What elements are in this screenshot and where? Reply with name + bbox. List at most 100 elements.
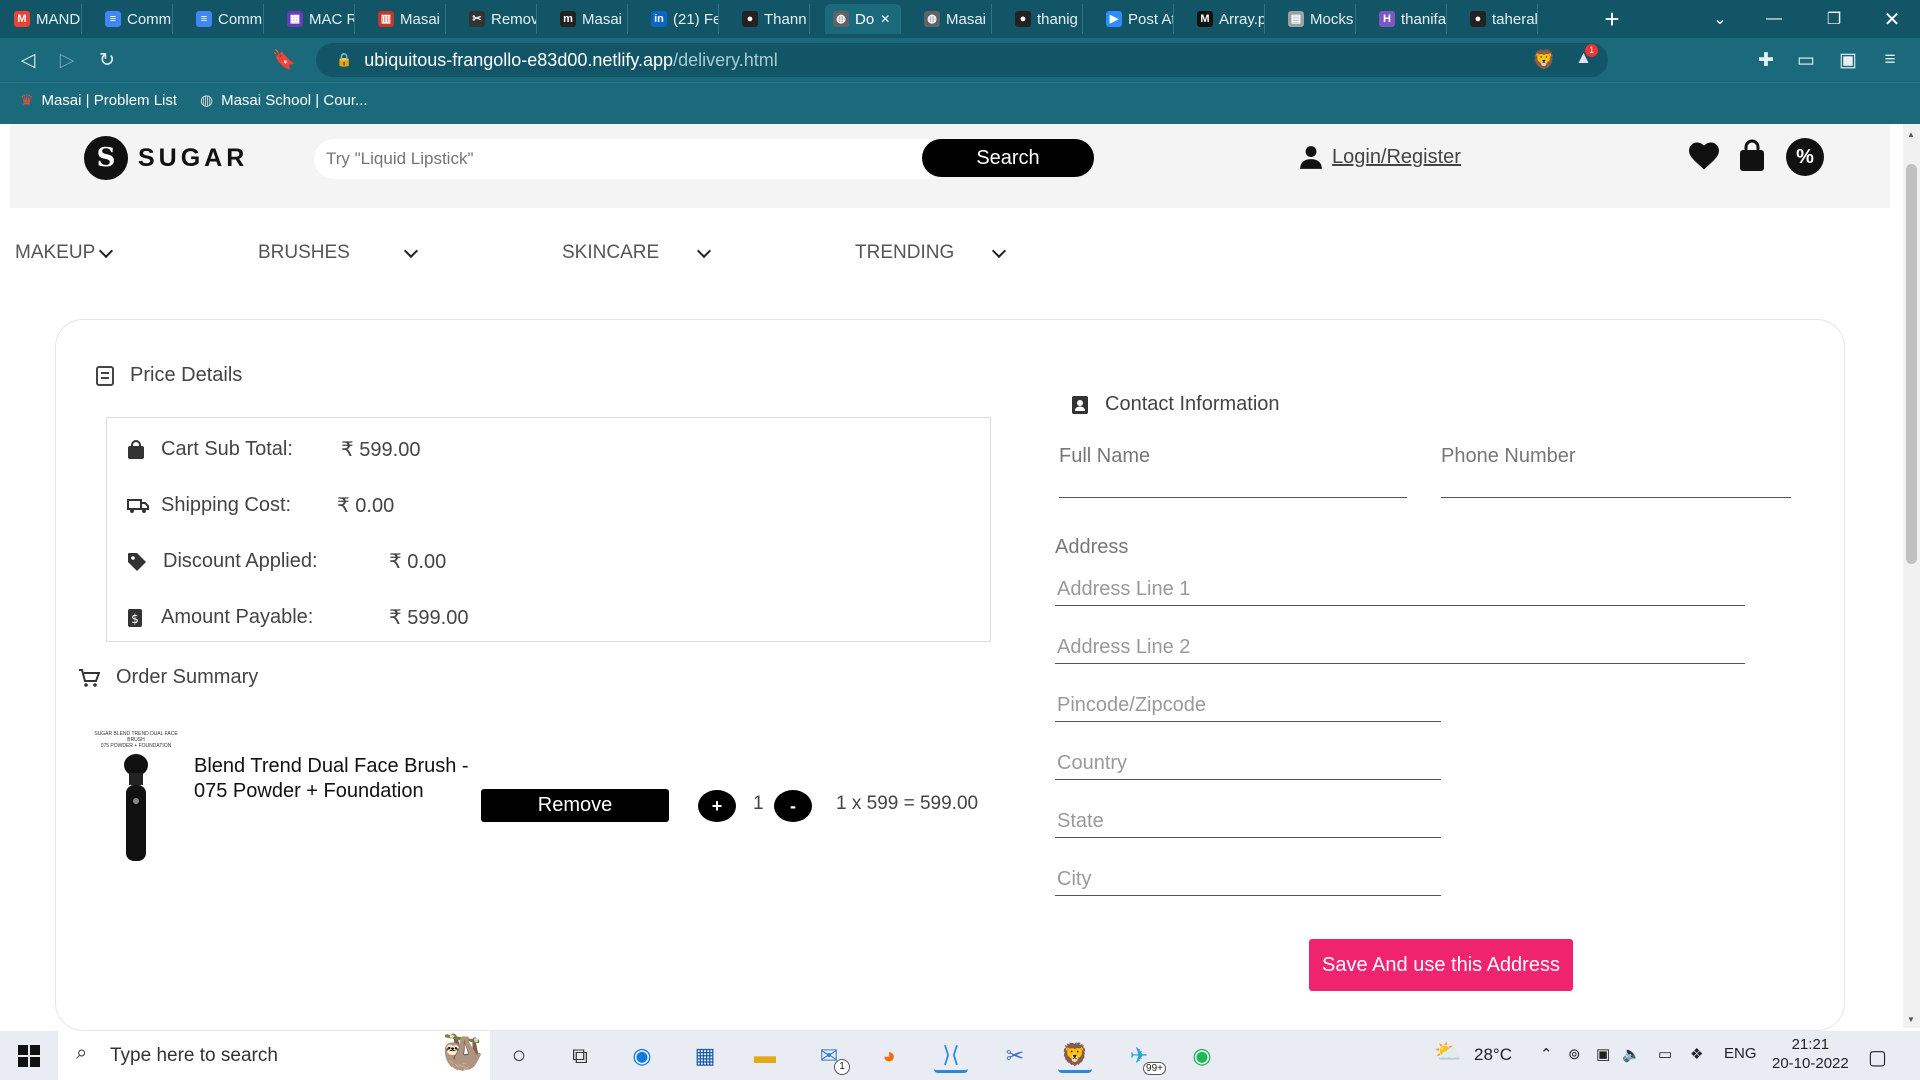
browser-toolbar: ◁ ▷ ↻ 🔖 🔒 ubiquitous-frangollo-e83d00.ne… <box>0 38 1920 82</box>
browser-tab[interactable]: M Array.p <box>1189 4 1265 34</box>
weather-temperature[interactable]: 28°C <box>1474 1045 1512 1065</box>
weather-icon[interactable]: ⛅ <box>1434 1039 1461 1065</box>
browser-tab[interactable]: ▤ Mocks <box>1280 4 1356 34</box>
meet-icon[interactable]: ▣ <box>1596 1045 1610 1063</box>
cortana-icon[interactable]: ○ <box>502 1039 536 1073</box>
order-summary-heading: Order Summary <box>78 666 258 689</box>
contact-book-icon <box>1072 395 1088 414</box>
snipping-tool-icon[interactable]: ✂ <box>998 1039 1032 1073</box>
browser-tab[interactable]: ▶ Post At <box>1098 4 1174 34</box>
tab-label: Post At <box>1128 10 1174 28</box>
firefox-icon[interactable]: ◕ <box>872 1039 906 1073</box>
price-label: Amount Payable: <box>161 606 314 628</box>
forward-icon[interactable]: ▷ <box>55 48 79 72</box>
offers-badge-icon[interactable]: % <box>1786 138 1824 176</box>
clock[interactable]: 21:21 20-10-2022 <box>1772 1035 1849 1073</box>
city-input[interactable] <box>1055 854 1441 896</box>
browser-tab[interactable]: ◍ Masai <box>916 4 992 34</box>
back-icon[interactable]: ◁ <box>16 48 40 72</box>
battery-icon[interactable]: ▭ <box>1658 1045 1672 1063</box>
nav-brushes[interactable]: BRUSHES <box>258 242 418 264</box>
windows-start-icon[interactable] <box>12 1039 46 1073</box>
page-scrollbar[interactable]: ▲ ▼ <box>1903 124 1920 1028</box>
close-window-button[interactable]: ✕ <box>1864 0 1920 38</box>
reload-icon[interactable]: ↻ <box>95 48 119 72</box>
search-input[interactable] <box>314 139 930 179</box>
sugar-logo[interactable]: S SUGAR <box>84 136 248 180</box>
login-register-link[interactable]: Login/Register <box>1298 144 1461 170</box>
remove-item-button[interactable]: Remove <box>481 789 669 822</box>
browser-tab[interactable]: ▥ Masai <box>370 4 446 34</box>
brave-rewards-icon[interactable]: ▲ 1 <box>1575 44 1599 68</box>
taskbar-search-input[interactable]: ⌕ Type here to search 🦥 <box>58 1031 490 1080</box>
scroll-up-arrow-icon[interactable]: ▲ <box>1907 130 1915 139</box>
tab-favicon-icon: M <box>14 11 30 27</box>
scrollbar-thumb[interactable] <box>1906 164 1917 564</box>
edge-icon[interactable]: ◉ <box>625 1039 659 1073</box>
browser-tab[interactable]: ● taheral <box>1462 4 1538 34</box>
save-address-button[interactable]: Save And use this Address <box>1309 939 1573 991</box>
browser-tab[interactable]: ◍ Do ✕ <box>825 4 901 34</box>
brave-shield-icon[interactable]: 🦁 <box>1532 48 1556 72</box>
close-tab-icon[interactable]: ✕ <box>880 12 890 26</box>
quantity-decrease-button[interactable]: - <box>774 790 812 822</box>
browser-tab[interactable]: M MAND <box>6 4 82 34</box>
telegram-icon[interactable]: ✈ 99+ <box>1122 1039 1166 1075</box>
tab-favicon-icon: ● <box>1015 11 1031 27</box>
state-input[interactable] <box>1055 796 1441 838</box>
phone-number-input[interactable] <box>1441 468 1791 498</box>
brave-browser-icon[interactable]: 🦁 <box>1058 1039 1092 1073</box>
quantity-increase-button[interactable]: + <box>698 790 736 822</box>
address-label: Address <box>1055 536 1129 558</box>
browser-tab[interactable]: in (21) Fe <box>643 4 719 34</box>
language-indicator[interactable]: ENG <box>1724 1045 1757 1062</box>
extensions-icon[interactable]: ✚ <box>1754 48 1778 72</box>
tray-chevron-up-icon[interactable]: ⌃ <box>1540 1045 1553 1063</box>
restore-button[interactable]: ❐ <box>1806 0 1862 38</box>
nav-makeup[interactable]: MAKEUP <box>15 242 114 264</box>
browser-tab[interactable]: ● thanig <box>1007 4 1083 34</box>
clock-time: 21:21 <box>1791 1036 1830 1053</box>
volume-icon[interactable]: 🔈 <box>1622 1045 1641 1063</box>
search-button[interactable]: Search <box>922 139 1094 177</box>
bookmark-masai-school[interactable]: ◍ Masai School | Cour... <box>200 91 368 110</box>
tab-favicon-icon: ● <box>1470 11 1486 27</box>
tab-favicon-icon: ◍ <box>833 11 849 27</box>
sidebar-icon[interactable]: ▭ <box>1794 48 1818 72</box>
browser-tab[interactable]: ✂ Remov <box>461 4 537 34</box>
vscode-icon[interactable]: ⟩⟨ <box>934 1039 968 1073</box>
phone-number-label: Phone Number <box>1441 445 1576 467</box>
new-tab-button[interactable]: + <box>1584 0 1640 38</box>
bookmark-masai-problem-list[interactable]: ♛ Masai | Problem List <box>20 91 177 110</box>
rewards-badge: 1 <box>1585 44 1599 57</box>
full-name-input[interactable] <box>1059 468 1407 498</box>
menu-icon[interactable]: ≡ <box>1878 48 1902 72</box>
browser-tab[interactable]: ● Thann <box>734 4 810 34</box>
browser-tab[interactable]: Hthanifa <box>1371 4 1447 34</box>
task-view-icon[interactable]: ⧉ <box>563 1039 597 1073</box>
spotify-icon[interactable]: ◉ <box>1185 1039 1219 1073</box>
network-icon[interactable]: ⊚ <box>1568 1045 1581 1063</box>
browser-tab[interactable]: ≡ Comm <box>188 4 264 34</box>
notifications-icon[interactable]: ▢ <box>1868 1045 1887 1070</box>
bookmark-icon[interactable]: 🔖 <box>272 48 296 72</box>
wallet-icon[interactable]: ▣ <box>1836 48 1860 72</box>
nav-skincare[interactable]: SKINCARE <box>562 242 712 264</box>
nav-trending[interactable]: TRENDING <box>855 242 1007 264</box>
minimize-button[interactable]: — <box>1746 0 1802 38</box>
tab-search-chevron-icon[interactable]: ⌄ <box>1692 0 1748 38</box>
cart-bag-icon[interactable] <box>1734 138 1770 174</box>
wishlist-heart-icon[interactable] <box>1686 138 1722 174</box>
login-label: Login/Register <box>1332 145 1461 168</box>
logo-mark: S <box>84 136 128 180</box>
file-explorer-icon[interactable]: ▬ <box>748 1039 782 1073</box>
store-icon[interactable]: ▦ <box>688 1039 722 1073</box>
tab-label: Masai <box>582 10 623 28</box>
browser-tab[interactable]: ▦ MAC R <box>279 4 355 34</box>
browser-tab[interactable]: ≡ Comm <box>97 4 173 34</box>
address-bar[interactable]: 🔒 ubiquitous-frangollo-e83d00.netlify.ap… <box>316 43 1608 77</box>
browser-tab[interactable]: m Masai <box>552 4 628 34</box>
dropbox-icon[interactable]: ❖ <box>1690 1045 1703 1063</box>
scroll-down-arrow-icon[interactable]: ▼ <box>1907 1015 1915 1024</box>
mail-icon[interactable]: ✉ 1 <box>812 1039 850 1075</box>
